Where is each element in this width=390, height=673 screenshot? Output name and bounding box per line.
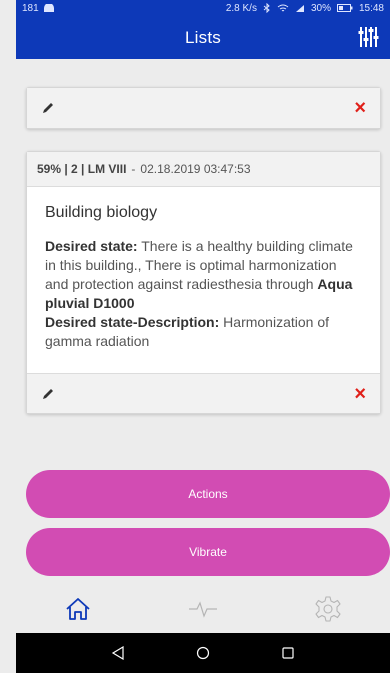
card-description: Desired state: There is a healthy buildi… [45,237,362,351]
back-triangle-icon [112,646,124,660]
card-body: Building biology Desired state: There is… [27,187,380,373]
tab-home[interactable] [58,589,98,629]
battery-level: 30% [310,2,331,14]
page-title: Lists [185,27,221,47]
card-header: 59% | 2 | LM VIII - 02.18.2019 03:47:53 [27,152,380,187]
notification-icon [43,3,54,12]
list-card: 59% | 2 | LM VIII - 02.18.2019 03:47:53 … [26,151,381,414]
delete-button[interactable]: × [354,98,366,118]
desired-state-label: Desired state: [45,238,138,254]
actions-button[interactable]: Actions [26,470,390,518]
bluetooth-icon [263,3,270,13]
home-icon [66,598,90,620]
tab-settings[interactable] [308,589,348,629]
list-card: × [26,87,381,129]
network-speed: 2.8 K/s [225,2,257,14]
desired-state-description-label: Desired state-Description: [45,314,220,330]
card-meta-separator: - [131,162,136,176]
recents-nav-button[interactable] [278,643,298,663]
wifi-icon [277,4,289,11]
card-title: Building biology [45,204,158,221]
android-nav-bar [16,633,390,673]
home-nav-button[interactable] [193,643,213,663]
home-circle-icon [196,646,210,660]
status-left-text: 181 [22,2,39,14]
app-bar: Lists [16,16,390,59]
gear-icon [315,596,341,622]
card-datetime: 02.18.2019 03:47:53 [140,162,251,176]
battery-icon [336,4,353,12]
delete-button[interactable]: × [354,384,366,404]
back-nav-button[interactable] [108,643,128,663]
tab-pulse[interactable] [183,589,223,629]
status-time: 15:48 [358,2,384,14]
card-actions: × [27,373,380,413]
recents-square-icon [282,647,294,659]
card-actions: × [27,88,380,128]
card-meta: 59% | 2 | LM VIII [37,162,127,176]
tab-bar [16,585,390,633]
vibrate-button[interactable]: Vibrate [26,528,390,576]
pulse-icon [188,601,217,618]
pencil-icon[interactable] [41,387,55,401]
pencil-icon[interactable] [41,101,55,115]
status-bar: 181 2.8 K/s 30% 15:48 [16,0,390,16]
filter-sliders-icon[interactable] [356,25,380,49]
signal-icon [295,4,304,12]
app-frame: 181 2.8 K/s 30% 15:48 Lists × 59% | 2 | … [16,0,390,673]
